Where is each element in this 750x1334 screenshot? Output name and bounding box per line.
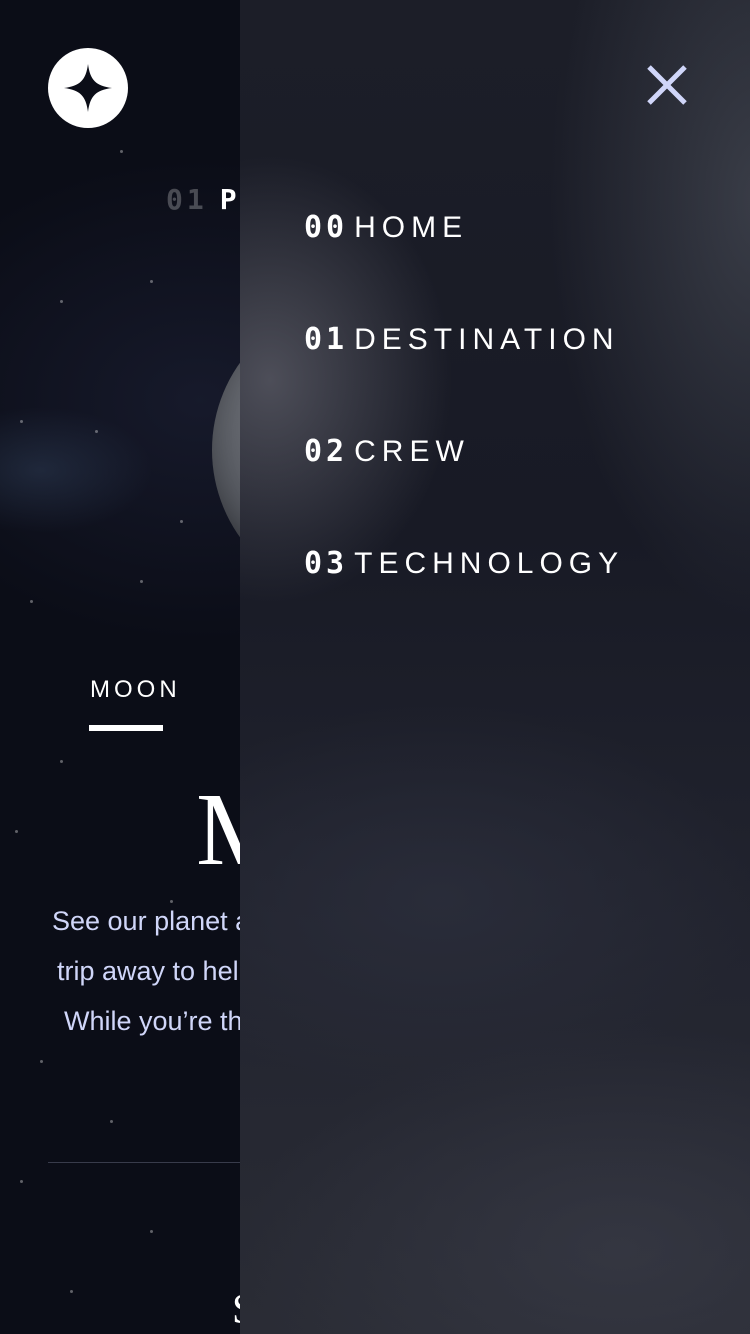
nav-drawer bbox=[240, 0, 750, 1334]
nav-item-number: 00 bbox=[304, 210, 349, 245]
nav-item-number: 03 bbox=[304, 546, 349, 581]
tab-active-indicator bbox=[89, 725, 163, 731]
description-line: trip away to help r bbox=[57, 956, 271, 986]
nav-item-label: CREW bbox=[354, 434, 470, 468]
nav-item-home[interactable]: 00 HOME bbox=[304, 210, 468, 245]
close-icon bbox=[647, 65, 687, 105]
close-button[interactable] bbox=[646, 64, 688, 106]
logo[interactable] bbox=[48, 48, 128, 128]
page-title-number: 01 bbox=[166, 183, 208, 216]
nav-item-technology[interactable]: 03 TECHNOLOGY bbox=[304, 546, 624, 581]
nav-item-label: DESTINATION bbox=[354, 322, 620, 356]
nav-item-label: HOME bbox=[354, 210, 469, 244]
nav-item-number: 02 bbox=[304, 434, 349, 469]
nav-item-crew[interactable]: 02 CREW bbox=[304, 434, 470, 469]
tab-moon[interactable]: MOON bbox=[90, 676, 181, 704]
nav-item-number: 01 bbox=[304, 322, 349, 357]
nav-item-destination[interactable]: 01 DESTINATION bbox=[304, 322, 620, 357]
nav-item-label: TECHNOLOGY bbox=[354, 546, 625, 580]
star-logo-icon bbox=[64, 64, 112, 112]
